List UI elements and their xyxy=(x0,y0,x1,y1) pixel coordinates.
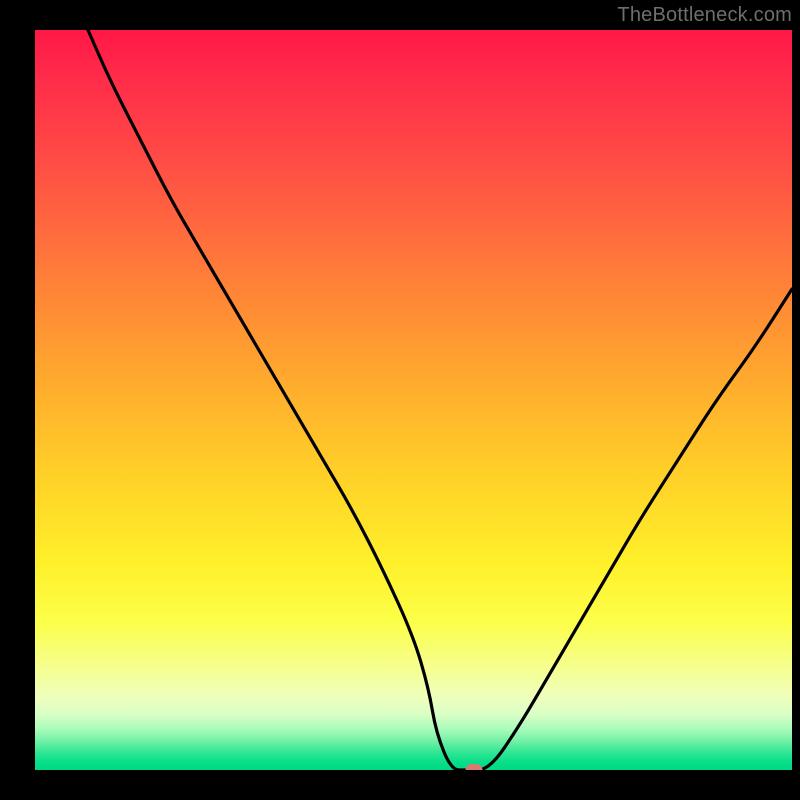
watermark-text: TheBottleneck.com xyxy=(617,4,792,27)
bottleneck-curve xyxy=(35,30,792,770)
chart-frame: TheBottleneck.com xyxy=(0,0,800,800)
plot-area xyxy=(35,30,792,770)
bottleneck-marker xyxy=(466,764,483,770)
